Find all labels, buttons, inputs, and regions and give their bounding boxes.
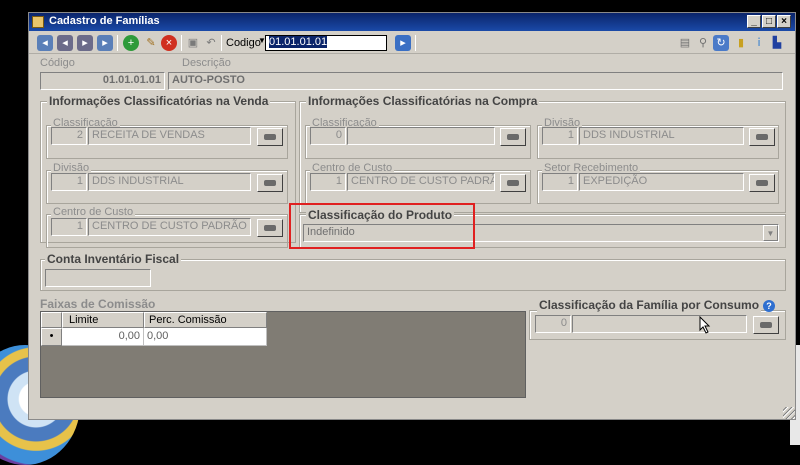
venda-divisao-lookup-button[interactable]: [257, 174, 283, 192]
next-record-icon[interactable]: ▸: [77, 35, 93, 51]
venda-centro-code[interactable]: 1: [51, 218, 87, 236]
venda-centro-text[interactable]: CENTRO DE CUSTO PADRÃO: [88, 218, 251, 236]
window-title: Cadastro de Famílias: [49, 15, 160, 27]
compra-divisao-text[interactable]: DDS INDUSTRIAL: [579, 127, 744, 145]
compra-divisao-code[interactable]: 1: [542, 127, 578, 145]
chevron-down-icon[interactable]: ▼: [763, 225, 778, 241]
close-button[interactable]: ×: [777, 15, 791, 28]
venda-divisao-text[interactable]: DDS INDUSTRIAL: [88, 173, 251, 191]
consumo-lookup-button[interactable]: [753, 316, 779, 334]
venda-classificacao-code[interactable]: 2: [51, 127, 87, 145]
maximize-button[interactable]: □: [762, 15, 776, 28]
refresh-icon[interactable]: ↻: [713, 35, 729, 51]
consumo-group-title: Classificação da Família por Consumo: [537, 298, 762, 312]
row-marker: •: [41, 328, 62, 346]
conta-group-title: Conta Inventário Fiscal: [45, 252, 182, 266]
codigo-label: Código: [40, 57, 75, 69]
grid-header-limite[interactable]: Limite: [62, 312, 144, 328]
venda-centro-lookup-button[interactable]: [257, 219, 283, 237]
mouse-cursor-icon: [699, 316, 711, 334]
zoom-icon[interactable]: ⚲: [695, 35, 711, 51]
cadastro-familias-window: Cadastro de Famílias _ □ × ◂ ◂ ▸ ▸ + ✎ ×…: [28, 12, 796, 420]
resize-grip[interactable]: [783, 407, 795, 419]
grid-header-perc[interactable]: Perc. Comissão: [144, 312, 267, 328]
compra-divisao-lookup-button[interactable]: [749, 128, 775, 146]
consumo-text[interactable]: [572, 315, 747, 333]
compra-centro-text[interactable]: CENTRO DE CUSTO PADRÃ: [347, 173, 495, 191]
toolbar: ◂ ◂ ▸ ▸ + ✎ × ▣ ↶ Codigo ▼ 01.01.01.01 ▸…: [29, 32, 795, 54]
compra-classificacao-lookup-button[interactable]: [500, 128, 526, 146]
descricao-field[interactable]: AUTO-POSTO: [168, 72, 783, 90]
toolbar-separator: [415, 35, 416, 51]
prev-record-icon[interactable]: ◂: [57, 35, 73, 51]
venda-classificacao-lookup-button[interactable]: [257, 128, 283, 146]
conta-field[interactable]: [45, 269, 151, 287]
compra-centro-code[interactable]: 1: [310, 173, 346, 191]
cell-perc[interactable]: 0,00: [144, 328, 267, 346]
venda-divisao-code[interactable]: 1: [51, 173, 87, 191]
info-icon[interactable]: ⅰ: [751, 35, 767, 51]
undo-icon[interactable]: ↶: [203, 35, 219, 51]
codigo-search-label: Codigo: [226, 37, 261, 49]
venda-centro-label: Centro de Custo: [51, 206, 136, 218]
descricao-label: Descrição: [182, 57, 231, 69]
delete-icon[interactable]: ×: [161, 35, 177, 51]
toolbar-separator: [181, 35, 182, 51]
highlight-box: [289, 203, 475, 249]
add-icon[interactable]: +: [123, 35, 139, 51]
exit-icon[interactable]: ▙: [769, 35, 785, 51]
venda-classificacao-text[interactable]: RECEITA DE VENDAS: [88, 127, 251, 145]
edit-icon[interactable]: ✎: [143, 35, 159, 51]
compra-classificacao-text[interactable]: [347, 127, 495, 145]
app-icon: [32, 16, 44, 28]
compra-group-title: Informações Classificatórias na Compra: [306, 94, 540, 108]
compra-setor-lookup-button[interactable]: [749, 174, 775, 192]
last-record-icon[interactable]: ▸: [97, 35, 113, 51]
compra-classificacao-code[interactable]: 0: [310, 127, 346, 145]
help-icon[interactable]: ?: [763, 300, 775, 312]
compra-centro-lookup-button[interactable]: [500, 174, 526, 192]
comissao-title: Faixas de Comissão: [40, 297, 156, 311]
title-bar[interactable]: Cadastro de Famílias _ □ ×: [29, 13, 795, 31]
note-icon[interactable]: ▮: [733, 35, 749, 51]
first-record-icon[interactable]: ◂: [37, 35, 53, 51]
comissao-grid[interactable]: Limite Perc. Comissão • 0,00 0,00: [40, 311, 526, 398]
codigo-search-input[interactable]: 01.01.01.01: [265, 35, 387, 51]
save-icon[interactable]: ▣: [185, 35, 201, 51]
cell-limite[interactable]: 0,00: [62, 328, 144, 346]
minimize-button[interactable]: _: [747, 15, 761, 28]
grid-corner: [41, 312, 62, 328]
toolbar-separator: [117, 35, 118, 51]
toolbar-separator: [221, 35, 222, 51]
search-go-icon[interactable]: ▸: [395, 35, 411, 51]
venda-group-title: Informações Classificatórias na Venda: [47, 94, 271, 108]
compra-setor-code[interactable]: 1: [542, 173, 578, 191]
consumo-code[interactable]: 0: [535, 315, 571, 333]
report-icon[interactable]: ▤: [677, 35, 693, 51]
compra-setor-text[interactable]: EXPEDIÇÃO: [579, 173, 744, 191]
codigo-field[interactable]: 01.01.01.01: [40, 72, 165, 90]
